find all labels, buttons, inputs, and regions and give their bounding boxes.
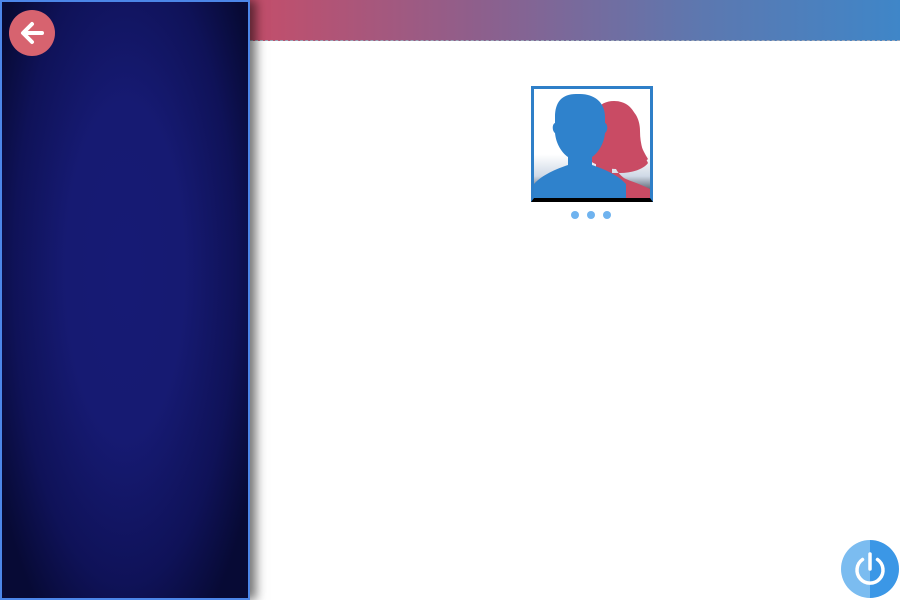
side-panel xyxy=(0,0,250,600)
arrow-left-icon xyxy=(21,22,44,44)
loading-dot xyxy=(603,211,611,219)
power-button[interactable] xyxy=(841,540,899,598)
power-icon xyxy=(855,552,885,585)
top-banner xyxy=(250,0,900,41)
loading-dot xyxy=(571,211,579,219)
loading-indicator xyxy=(571,211,611,219)
app-screen xyxy=(0,0,900,600)
users-couple-icon xyxy=(534,94,650,198)
loading-dot xyxy=(587,211,595,219)
back-button[interactable] xyxy=(9,10,55,56)
profile-avatar[interactable] xyxy=(531,86,653,202)
